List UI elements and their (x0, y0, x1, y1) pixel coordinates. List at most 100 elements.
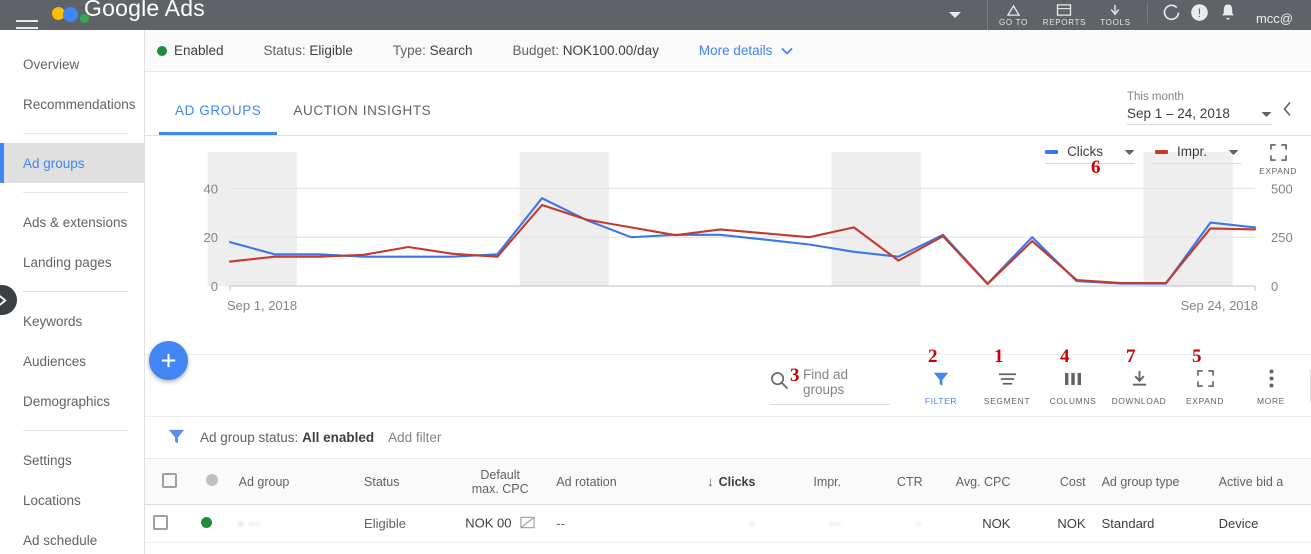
tab-bar: AD GROUPS AUCTION INSIGHTS 6 This month … (145, 72, 1311, 178)
filter-icon[interactable] (167, 427, 186, 449)
goto-button[interactable]: GO TO (988, 3, 1039, 30)
segment-button[interactable]: 1 SEGMENT (974, 346, 1040, 406)
status-value: Eligible (309, 43, 353, 58)
weekend-band (519, 152, 609, 286)
hamburger-icon[interactable] (16, 7, 38, 36)
segment-icon (998, 366, 1017, 392)
main-content: Enabled Status: Eligible Type: Search Bu… (145, 30, 1311, 554)
header-cost[interactable]: Cost (1018, 458, 1094, 505)
tab-auction-insights[interactable]: AUCTION INSIGHTS (277, 85, 447, 135)
sidebar-item-keywords[interactable]: Keywords (0, 301, 144, 341)
more-details-label: More details (698, 43, 773, 58)
sidebar-label: Recommendations (23, 96, 136, 112)
header-active-bid[interactable]: Active bid a (1210, 458, 1311, 505)
sidebar-item-ad-groups[interactable]: Ad groups (0, 143, 144, 183)
row-checkbox[interactable] (153, 514, 168, 530)
expand-button[interactable]: 5 EXPAND (1172, 346, 1238, 406)
chart-expand-label: EXPAND (1259, 166, 1297, 176)
row-clicks: ▫ (671, 504, 764, 543)
status-field: Status: Eligible (264, 43, 353, 58)
table-row[interactable]: ▪ ▫▫ Eligible NOK 00 -- ▫ ▫▫ ▫ NOK NOK S… (145, 504, 1311, 543)
reports-icon (1056, 3, 1072, 17)
header-ad-group-type[interactable]: Ad group type (1093, 458, 1211, 505)
header-select-all[interactable] (145, 458, 194, 505)
date-preset-label: This month (1127, 91, 1184, 103)
help-icon[interactable]: ! (1186, 0, 1214, 26)
search-ad-groups[interactable]: Find ad groups (770, 367, 890, 405)
sidebar-item-ads-extensions[interactable]: Ads & extensions (0, 202, 144, 242)
row-status-dot-cell[interactable] (193, 504, 231, 543)
header-ctr[interactable]: CTR (849, 458, 931, 505)
filter-button[interactable]: 2 FILTER (908, 346, 974, 406)
sidebar-item-ad-schedule[interactable]: Ad schedule (0, 520, 144, 554)
header-status[interactable]: Status (356, 458, 453, 505)
expand-icon (1196, 366, 1214, 392)
row-cost: NOK (1018, 504, 1094, 543)
sidebar-item-settings[interactable]: Settings (0, 440, 144, 480)
header-clicks[interactable]: ↓ Clicks (671, 458, 764, 505)
row-default-max-cpc[interactable]: NOK 00 (452, 504, 549, 543)
y-axis-tick-left: 20 (204, 230, 218, 245)
add-filter-button[interactable]: Add filter (388, 430, 441, 445)
ctr-redacted: ▫ (917, 516, 923, 531)
row-ad-rotation: -- (548, 504, 672, 543)
columns-button[interactable]: 4 COLUMNS (1040, 346, 1106, 406)
header-default-max-cpc[interactable]: Default max. CPC (452, 458, 549, 505)
reports-button[interactable]: REPORTS (1039, 3, 1090, 30)
toolbar-actions: 2 FILTER 1 SEGMENT 4 COLUMNS 7 DOWNLOAD … (908, 346, 1311, 406)
tools-icon (1107, 3, 1123, 17)
go-to-icon (1006, 3, 1021, 17)
caret-down-icon[interactable] (1124, 144, 1135, 159)
legend-impr-label: Impr. (1177, 144, 1208, 159)
performance-chart: Clicks Impr. EXPAND 0 20 40 0 250 500 Se… (145, 136, 1311, 354)
header-impr[interactable]: Impr. (763, 458, 850, 505)
sidebar-label: Demographics (23, 393, 111, 409)
refresh-icon[interactable] (1158, 0, 1186, 26)
sidebar-divider-1 (23, 133, 128, 134)
date-range-selector[interactable]: This month Sep 1 – 24, 2018 (1127, 91, 1293, 125)
chart-expand-button[interactable]: EXPAND (1259, 144, 1297, 176)
annotation-5: 5 (1192, 345, 1202, 367)
more-details-button[interactable]: More details (699, 43, 794, 58)
date-range-box[interactable]: This month Sep 1 – 24, 2018 (1127, 91, 1272, 125)
sidebar-label: Settings (23, 452, 72, 468)
account-chevron-down-icon[interactable] (948, 12, 961, 18)
chart-legend: Clicks Impr. EXPAND (1045, 144, 1297, 176)
annotation-2: 2 (928, 345, 938, 367)
sidebar-item-audiences[interactable]: Audiences (0, 341, 144, 381)
annotation-6: 6 (1091, 157, 1101, 178)
caret-down-icon[interactable] (1261, 106, 1272, 121)
google-ads-logo: Google Ads (52, 0, 205, 29)
budget-key: Budget: (512, 43, 559, 58)
legend-impressions[interactable]: Impr. (1153, 144, 1242, 164)
header-ad-group[interactable]: Ad group (230, 458, 357, 505)
download-button[interactable]: 7 DOWNLOAD (1106, 346, 1172, 406)
ad-groups-table: Ad group Status Default max. CPC Ad rota… (145, 458, 1311, 543)
sidebar-item-recommendations[interactable]: Recommendations (0, 84, 144, 124)
bell-icon[interactable] (1214, 0, 1242, 26)
sidebar-nav: Overview Recommendations Ad groups Ads &… (0, 30, 145, 554)
select-all-checkbox[interactable] (161, 472, 177, 488)
chevron-left-icon[interactable] (1282, 101, 1293, 125)
sidebar-label: Ad schedule (23, 532, 98, 548)
account-label[interactable]: mcc@ (1256, 11, 1293, 26)
header-status-dot[interactable] (193, 458, 231, 505)
sidebar-item-demographics[interactable]: Demographics (0, 381, 144, 421)
clicks-color-swatch (1045, 149, 1059, 154)
row-checkbox-cell[interactable] (145, 504, 194, 543)
filter-chip-ad-group-status[interactable]: Ad group status: All enabled (200, 430, 374, 445)
header-ad-rotation[interactable]: Ad rotation (548, 458, 672, 505)
caret-down-icon[interactable] (1228, 144, 1239, 159)
header-avg-cpc[interactable]: Avg. CPC (930, 458, 1019, 505)
more-button[interactable]: MORE (1238, 366, 1304, 406)
sidebar-item-landing-pages[interactable]: Landing pages (0, 242, 144, 282)
sidebar-item-locations[interactable]: Locations (0, 480, 144, 520)
brand-title: Google Ads (84, 0, 205, 21)
tools-button[interactable]: TOOLS (1090, 3, 1141, 30)
tab-ad-groups[interactable]: AD GROUPS (159, 85, 278, 135)
row-ad-group-name[interactable]: ▪ ▫▫ (230, 504, 357, 543)
sidebar-item-overview[interactable]: Overview (0, 44, 144, 84)
add-ad-group-fab[interactable] (149, 341, 188, 380)
svg-text:!: ! (1198, 5, 1201, 19)
more-vert-icon (1269, 366, 1274, 392)
